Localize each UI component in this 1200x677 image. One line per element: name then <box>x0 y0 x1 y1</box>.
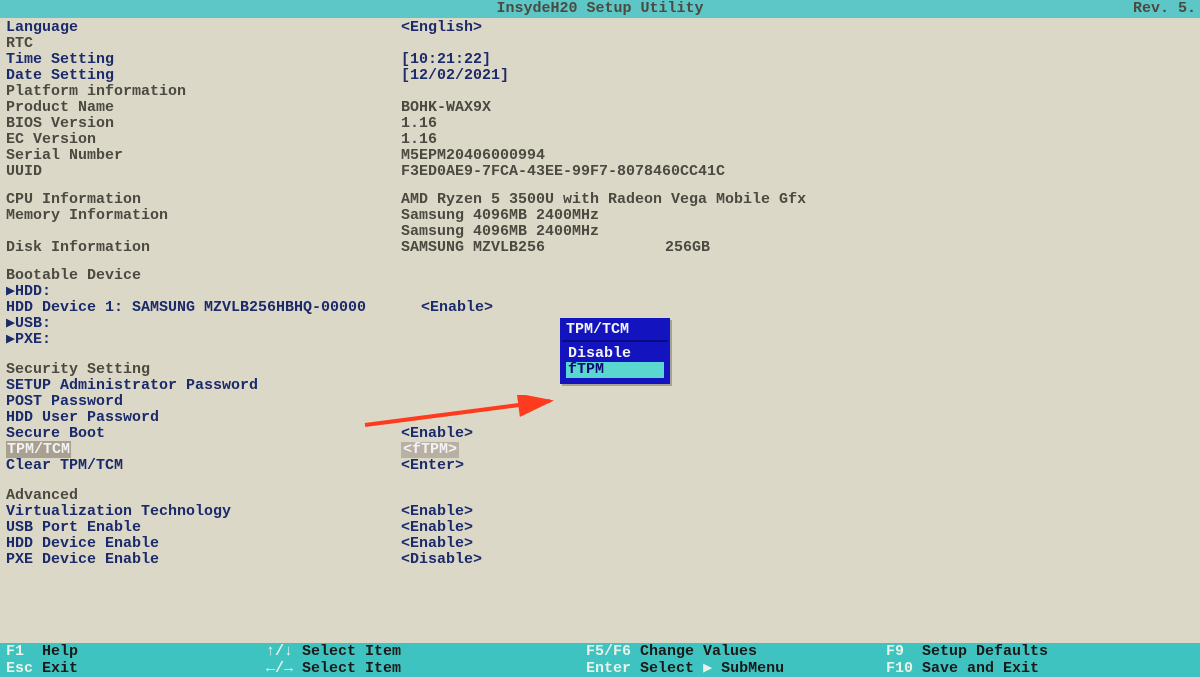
disk-value-left: SAMSUNG MZVLB256 <box>401 239 545 256</box>
mem-value1: Samsung 4096MB 2400MHz <box>401 208 1194 224</box>
desc-select: Select <box>640 660 694 677</box>
pxe-en-label: PXE Device Enable <box>6 552 401 568</box>
mem-value2: Samsung 4096MB 2400MHz <box>401 224 1194 240</box>
tpm-option-popup[interactable]: TPM/TCM Disable fTPM <box>560 318 670 384</box>
product-value: BOHK-WAX9X <box>401 100 1194 116</box>
virt-value: <Enable> <box>401 504 1194 520</box>
key-updown: ↑/↓ <box>266 643 293 660</box>
app-title: InsydeH20 Setup Utility <box>496 1 703 17</box>
row-virt[interactable]: Virtualization Technology<Enable> <box>6 504 1194 520</box>
cpu-label: CPU Information <box>6 192 401 208</box>
hdd-pw-label: HDD User Password <box>6 410 401 426</box>
row-language[interactable]: Language <English> <box>6 20 1194 36</box>
popup-option-ftpm[interactable]: fTPM <box>566 362 664 378</box>
row-hdd-pw[interactable]: HDD User Password <box>6 410 1194 426</box>
popup-title: TPM/TCM <box>562 320 668 342</box>
desc-help: Help <box>42 643 78 660</box>
row-usb-port[interactable]: USB Port Enable<Enable> <box>6 520 1194 536</box>
advanced-header: Advanced <box>6 488 401 504</box>
key-f1: F1 <box>6 643 24 660</box>
security-header: Security Setting <box>6 362 401 378</box>
time-value: [10:21:22] <box>401 52 1194 68</box>
hdd1-value: <Enable> <box>421 300 1194 316</box>
key-f5f6: F5/F6 <box>586 643 631 660</box>
key-f10: F10 <box>886 660 913 677</box>
tpm-value: <fTPM> <box>401 442 1194 458</box>
key-esc: Esc <box>6 660 33 677</box>
date-value: [12/02/2021] <box>401 68 1194 84</box>
secure-boot-value: <Enable> <box>401 426 1194 442</box>
row-time[interactable]: Time Setting [10:21:22] <box>6 52 1194 68</box>
uuid-label: UUID <box>6 164 401 180</box>
desc-setup-defaults: Setup Defaults <box>922 643 1048 660</box>
product-label: Product Name <box>6 100 401 116</box>
language-value: <English> <box>401 20 1194 36</box>
clear-tpm-value: <Enter> <box>401 458 1194 474</box>
hdd-en-value: <Enable> <box>401 536 1194 552</box>
platform-header: Platform information <box>6 84 401 100</box>
bootable-header: Bootable Device <box>6 268 401 284</box>
ec-label: EC Version <box>6 132 401 148</box>
popup-option-disable[interactable]: Disable <box>562 346 668 362</box>
key-f9: F9 <box>886 643 904 660</box>
footer-help-bar: F1 Help ↑/↓ Select Item F5/F6 Change Val… <box>0 643 1200 677</box>
disk-value-right: 256GB <box>665 239 710 256</box>
usb-port-value: <Enable> <box>401 520 1194 536</box>
row-hdd-device1[interactable]: HDD Device 1: SAMSUNG MZVLB256HBHQ-00000… <box>6 300 1194 316</box>
hdd-label: ▶HDD: <box>6 284 401 300</box>
ec-value: 1.16 <box>401 132 1194 148</box>
row-hdd[interactable]: ▶HDD: <box>6 284 1194 300</box>
uuid-value: F3ED0AE9-7FCA-43EE-99F7-8078460CC41C <box>401 164 1194 180</box>
bios-main-panel: Language <English> RTC Time Setting [10:… <box>0 18 1200 570</box>
desc-save-exit: Save and Exit <box>922 660 1039 677</box>
bios-label: BIOS Version <box>6 116 401 132</box>
time-label: Time Setting <box>6 52 401 68</box>
desc-exit: Exit <box>42 660 78 677</box>
desc-submenu: SubMenu <box>721 660 784 677</box>
row-rtc: RTC <box>6 36 1194 52</box>
cpu-value: AMD Ryzen 5 3500U with Radeon Vega Mobil… <box>401 192 1194 208</box>
bios-value: 1.16 <box>401 116 1194 132</box>
hdd1-label: HDD Device 1: SAMSUNG MZVLB256HBHQ-00000 <box>6 300 421 316</box>
setup-pw-label: SETUP Administrator Password <box>6 378 401 394</box>
clear-tpm-label: Clear TPM/TCM <box>6 458 401 474</box>
row-hdd-enable[interactable]: HDD Device Enable<Enable> <box>6 536 1194 552</box>
usb-port-label: USB Port Enable <box>6 520 401 536</box>
row-post-pw[interactable]: POST Password <box>6 394 1194 410</box>
row-tpm[interactable]: TPM/TCM <fTPM> <box>6 442 1194 458</box>
row-secure-boot[interactable]: Secure Boot<Enable> <box>6 426 1194 442</box>
virt-label: Virtualization Technology <box>6 504 401 520</box>
date-label: Date Setting <box>6 68 401 84</box>
tpm-label: TPM/TCM <box>6 442 401 458</box>
usb-label: ▶USB: <box>6 316 401 332</box>
serial-label: Serial Number <box>6 148 401 164</box>
secure-boot-label: Secure Boot <box>6 426 401 442</box>
language-label: Language <box>6 20 401 36</box>
desc-change-values: Change Values <box>640 643 757 660</box>
key-leftright: ←/→ <box>266 660 293 677</box>
key-enter: Enter <box>586 660 631 677</box>
pxe-en-value: <Disable> <box>401 552 1194 568</box>
serial-value: M5EPM20406000994 <box>401 148 1194 164</box>
post-pw-label: POST Password <box>6 394 401 410</box>
rtc-label: RTC <box>6 36 401 52</box>
row-clear-tpm[interactable]: Clear TPM/TCM<Enter> <box>6 458 1194 474</box>
desc-select-item-h: Select Item <box>302 660 401 677</box>
title-bar: InsydeH20 Setup Utility Rev. 5. <box>0 0 1200 18</box>
mem-label: Memory Information <box>6 208 401 224</box>
revision-label: Rev. 5. <box>1133 1 1196 17</box>
desc-select-item-v: Select Item <box>302 643 401 660</box>
disk-label: Disk Information <box>6 240 401 256</box>
submenu-arrow-icon: ▶ <box>703 660 712 677</box>
row-date[interactable]: Date Setting [12/02/2021] <box>6 68 1194 84</box>
row-pxe-enable[interactable]: PXE Device Enable<Disable> <box>6 552 1194 568</box>
pxe-label: ▶PXE: <box>6 332 401 348</box>
hdd-en-label: HDD Device Enable <box>6 536 401 552</box>
